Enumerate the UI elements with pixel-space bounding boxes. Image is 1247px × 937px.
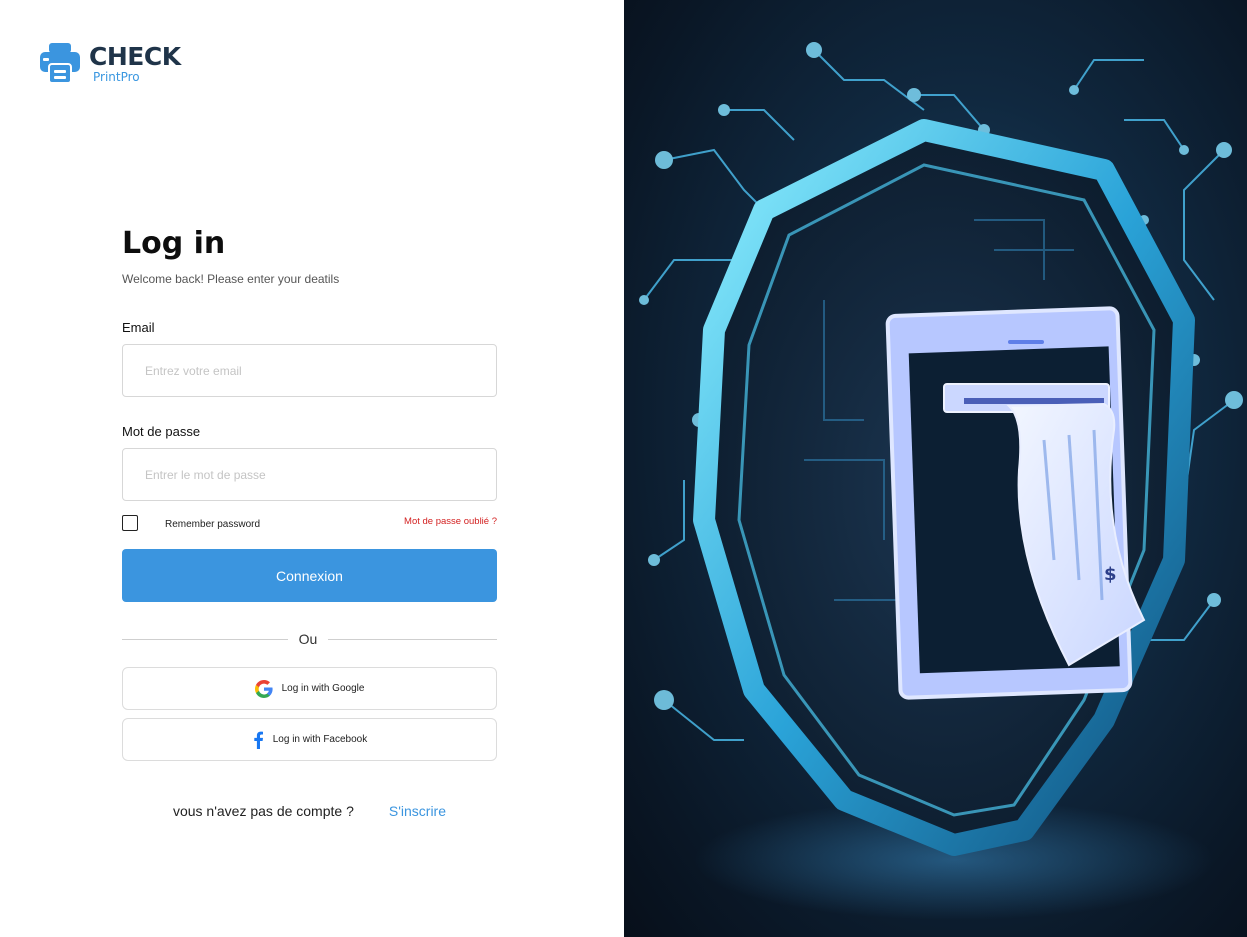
shield-check-printer-illustration: $	[639, 42, 1243, 920]
divider: Ou	[122, 631, 497, 647]
remember-label: Remember password	[165, 518, 261, 530]
signup-question: vous n'avez pas de compte ?	[172, 803, 354, 819]
signup-link[interactable]: S'inscrire	[389, 803, 446, 819]
email-field[interactable]	[122, 344, 497, 397]
logo-subtitle: PrintPro	[93, 70, 140, 84]
google-icon	[254, 679, 273, 698]
hero-illustration: $	[624, 0, 1247, 937]
password-label: Mot de passe	[122, 424, 201, 439]
google-login-label: Log in with Google	[281, 683, 365, 694]
google-login-button[interactable]: Log in with Google	[122, 667, 497, 710]
password-field[interactable]	[122, 448, 497, 501]
svg-text:$: $	[1104, 564, 1117, 585]
login-panel: CHECK PrintPro Log in Welcome back! Plea…	[0, 0, 624, 937]
forgot-password-link[interactable]: Mot de passe oublié ?	[404, 516, 497, 527]
remember-password: Remember password	[122, 515, 260, 531]
logo-title: CHECK	[89, 42, 181, 71]
page-title: Log in	[122, 226, 226, 261]
remember-checkbox[interactable]	[122, 515, 138, 531]
email-label: Email	[122, 320, 155, 335]
signup-row: vous n'avez pas de compte ? S'inscrire	[122, 803, 497, 819]
login-button[interactable]: Connexion	[122, 549, 497, 602]
facebook-icon	[252, 731, 264, 749]
printer-icon	[40, 43, 80, 84]
facebook-login-label: Log in with Facebook	[272, 734, 368, 745]
divider-line-right	[328, 638, 497, 640]
page-subtitle: Welcome back! Please enter your deatils	[122, 272, 340, 286]
divider-line-left	[122, 638, 288, 640]
facebook-login-button[interactable]: Log in with Facebook	[122, 718, 497, 761]
login-form: Log in Welcome back! Please enter your d…	[122, 226, 497, 819]
logo: CHECK PrintPro	[39, 42, 181, 84]
divider-text: Ou	[298, 631, 318, 647]
